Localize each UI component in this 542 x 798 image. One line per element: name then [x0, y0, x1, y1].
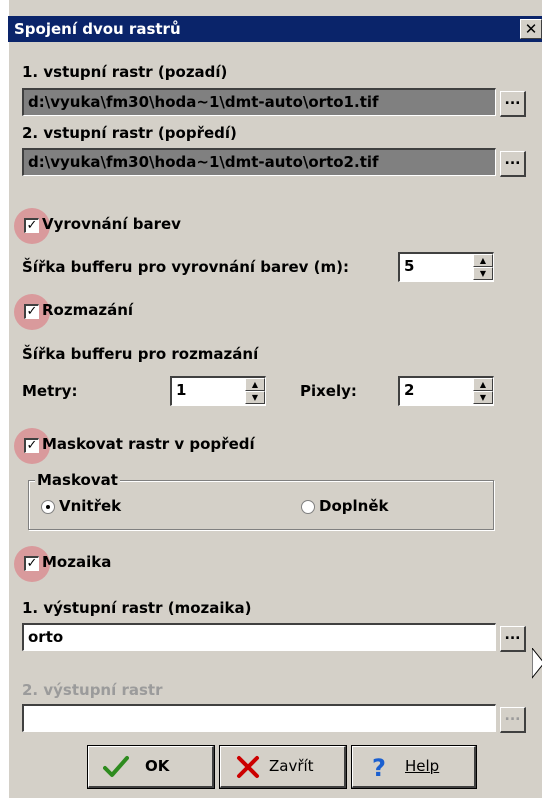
mouse-cursor-icon: [532, 648, 542, 679]
output2-label: 2. výstupní rastr: [22, 681, 163, 699]
spin-up-arrow-icon[interactable]: ▲: [473, 254, 493, 267]
color-balance-checkbox-row[interactable]: ✓ Vyrovnání barev: [14, 208, 314, 244]
mask-groupbox: Maskovat Vnitřek Doplněk: [28, 471, 494, 530]
color-buffer-spinner[interactable]: 5 ▲ ▼: [398, 252, 494, 282]
title-bar[interactable]: Spojení dvou rastrů ✕: [8, 16, 542, 42]
output2-field[interactable]: [22, 704, 496, 732]
input2-label: 2. vstupní rastr (popředí): [22, 124, 237, 142]
help-label: Help: [405, 757, 440, 775]
blur-buffer-label: Šířka bufferu pro rozmazání: [22, 345, 259, 363]
mosaic-label: Mozaika: [42, 553, 112, 571]
close-button[interactable]: Zavřít: [219, 745, 347, 789]
close-icon: ✕: [524, 20, 538, 38]
radio-circle[interactable]: [301, 500, 315, 514]
spin-down-arrow-icon[interactable]: ▼: [245, 391, 265, 404]
color-buffer-value: 5: [404, 257, 415, 275]
pixels-value: 2: [404, 381, 415, 399]
pixels-label: Pixely:: [300, 382, 357, 400]
mask-group-legend: Maskovat: [35, 471, 120, 489]
mosaic-checkbox-row[interactable]: ✓ Mozaika: [14, 546, 214, 582]
dialog-window: Spojení dvou rastrů ✕ 1. vstupní rastr (…: [8, 0, 542, 798]
ok-label: OK: [145, 757, 170, 775]
help-button[interactable]: ? Help: [351, 745, 477, 789]
input1-browse-button[interactable]: ...: [500, 91, 526, 117]
output1-field[interactable]: orto: [22, 623, 496, 651]
color-balance-checkbox[interactable]: ✓: [24, 218, 39, 233]
output1-browse-button[interactable]: ...: [500, 626, 526, 652]
meters-spinner[interactable]: 1 ▲ ▼: [170, 376, 266, 406]
radio-complement-label: Doplněk: [319, 497, 389, 515]
meters-value: 1: [176, 381, 187, 399]
svg-text:?: ?: [372, 755, 386, 779]
question-icon: ?: [372, 755, 386, 779]
window-title: Spojení dvou rastrů: [14, 20, 181, 38]
mask-checkbox-row[interactable]: ✓ Maskovat rastr v popředí: [14, 428, 334, 464]
blur-checkbox[interactable]: ✓: [24, 304, 39, 319]
blur-checkbox-row[interactable]: ✓ Rozmazání: [14, 294, 214, 330]
radio-circle-selected[interactable]: [41, 500, 55, 514]
spin-up-arrow-icon[interactable]: ▲: [473, 378, 493, 391]
ok-button[interactable]: OK: [87, 745, 215, 789]
output1-label: 1. výstupní rastr (mozaika): [22, 599, 252, 617]
spin-up-arrow-icon[interactable]: ▲: [245, 378, 265, 391]
color-buffer-label: Šířka bufferu pro vyrovnání barev (m):: [22, 258, 350, 276]
radio-inside-label: Vnitřek: [59, 497, 122, 515]
input2-path-field[interactable]: d:\vyuka\fm30\hoda~1\dmt-auto\orto2.tif: [22, 148, 496, 176]
input1-label: 1. vstupní rastr (pozadí): [22, 63, 228, 81]
checkmark-icon: [103, 756, 129, 777]
input1-path-field[interactable]: d:\vyuka\fm30\hoda~1\dmt-auto\orto1.tif: [22, 88, 496, 116]
blur-label: Rozmazání: [42, 301, 134, 319]
color-balance-label: Vyrovnání barev: [42, 215, 181, 233]
close-label: Zavřít: [269, 757, 314, 775]
spin-down-arrow-icon[interactable]: ▼: [473, 267, 493, 280]
mask-checkbox[interactable]: ✓: [24, 438, 39, 453]
pixels-spinner[interactable]: 2 ▲ ▼: [398, 376, 494, 406]
output2-browse-button[interactable]: ...: [500, 707, 526, 733]
meters-label: Metry:: [22, 382, 78, 400]
mosaic-checkbox[interactable]: ✓: [24, 556, 39, 571]
x-mark-icon: [237, 756, 259, 778]
close-window-button[interactable]: ✕: [520, 19, 542, 39]
input2-browse-button[interactable]: ...: [500, 151, 526, 177]
mask-label: Maskovat rastr v popředí: [42, 435, 255, 453]
spin-down-arrow-icon[interactable]: ▼: [473, 391, 493, 404]
